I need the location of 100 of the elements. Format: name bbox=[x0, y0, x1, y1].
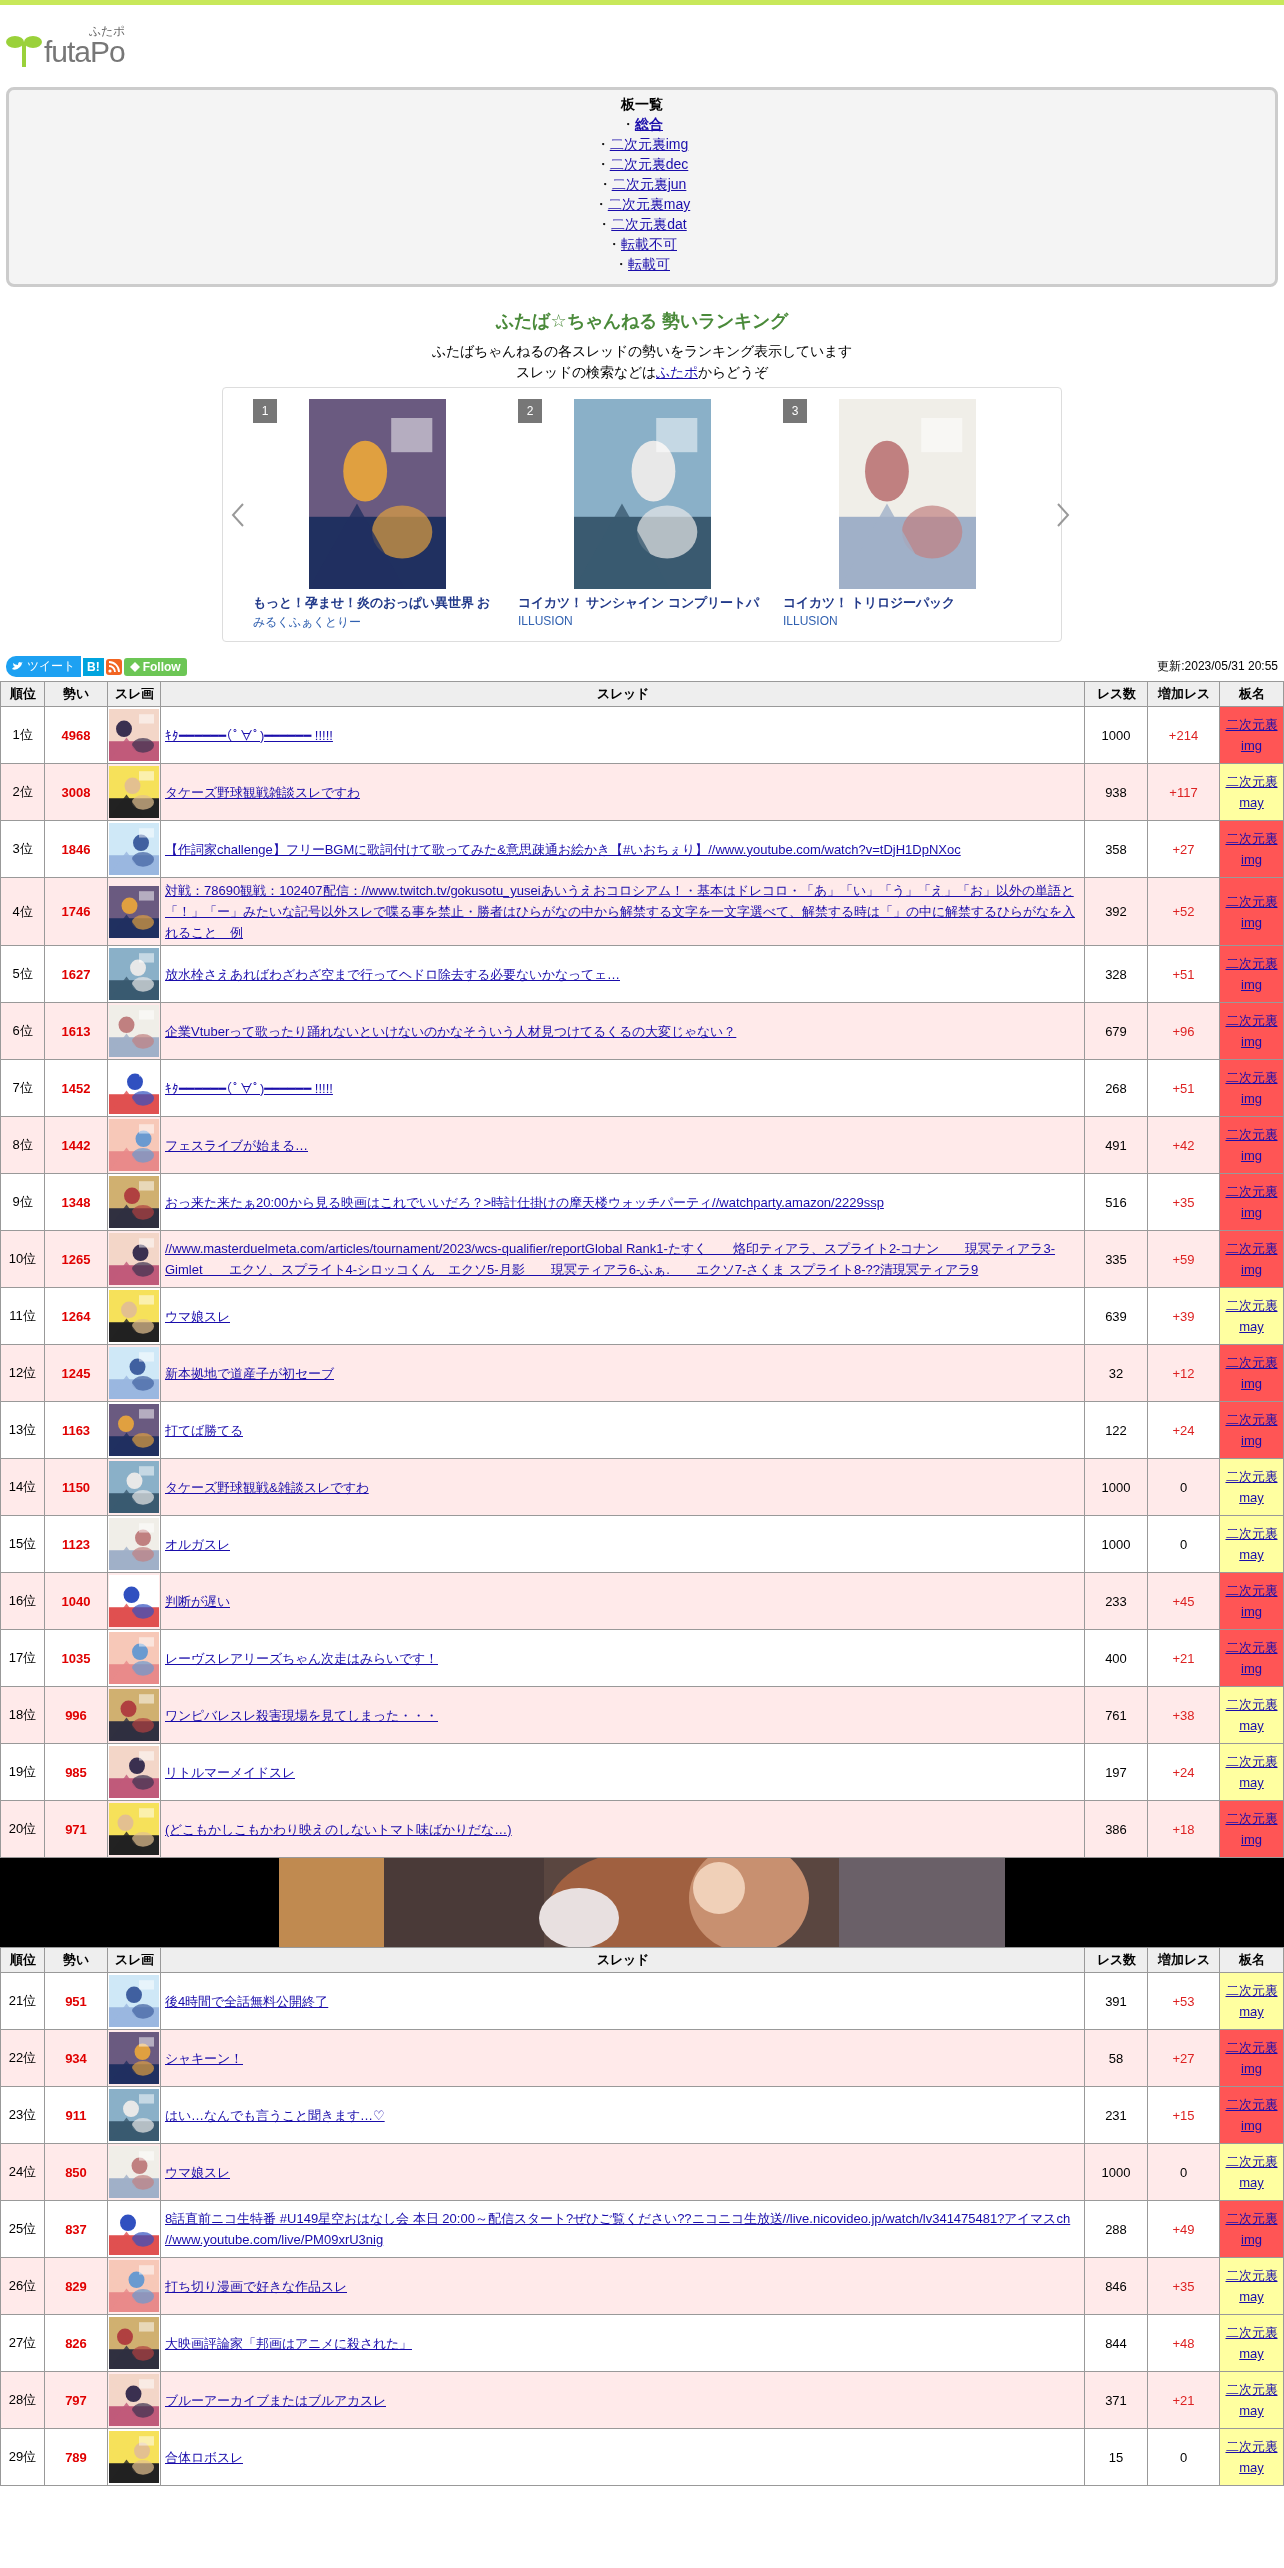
momentum-value: 797 bbox=[65, 2392, 87, 2408]
board-link[interactable]: 二次元裏img bbox=[1221, 890, 1282, 933]
momentum-value: 1442 bbox=[61, 1137, 91, 1153]
product-title[interactable]: もっと！孕ませ！炎のおっぱい異世界 お bbox=[253, 594, 491, 612]
reply-count: 58 bbox=[1084, 2029, 1148, 2087]
board-link[interactable]: 二次元裏img bbox=[1221, 2094, 1282, 2136]
product-title[interactable]: コイカツ！ トリロジーパック bbox=[783, 594, 956, 612]
board-list-title: 板一覧 bbox=[621, 95, 663, 114]
board-link[interactable]: 二次元裏img bbox=[1221, 714, 1282, 756]
reply-count: 386 bbox=[1084, 1800, 1148, 1858]
column-header: 板名 bbox=[1219, 681, 1284, 707]
reply-gain: +38 bbox=[1172, 1707, 1195, 1723]
board-list-link[interactable]: 転載不可 bbox=[621, 234, 677, 254]
board-link[interactable]: 二次元裏may bbox=[1221, 2322, 1282, 2364]
board-list-link[interactable]: 転載可 bbox=[628, 254, 670, 274]
chevron-right-icon[interactable] bbox=[1056, 501, 1070, 528]
rss-icon[interactable] bbox=[105, 658, 122, 675]
sprout-icon bbox=[6, 33, 42, 67]
rank-cell: 1位 bbox=[0, 706, 45, 764]
reply-gain: +24 bbox=[1172, 1764, 1195, 1780]
reply-count: 761 bbox=[1084, 1686, 1148, 1744]
reply-gain: +15 bbox=[1172, 2107, 1195, 2123]
board-list-link[interactable]: 二次元裏jun bbox=[611, 174, 687, 194]
reply-count: 639 bbox=[1084, 1287, 1148, 1345]
column-header: スレ画 bbox=[107, 681, 161, 707]
momentum-value: 1123 bbox=[61, 1536, 91, 1552]
board-link[interactable]: 二次元裏img bbox=[1221, 1124, 1282, 1166]
rank-cell: 11位 bbox=[0, 1287, 45, 1345]
product-title[interactable]: コイカツ！ サンシャイン コンプリートパ bbox=[518, 594, 759, 612]
page-heading: ふたば☆ちゃんねる 勢いランキング bbox=[496, 310, 788, 333]
reply-gain: 0 bbox=[1179, 2449, 1188, 2465]
board-link[interactable]: 二次元裏img bbox=[1221, 1181, 1282, 1223]
reply-gain: +48 bbox=[1172, 2335, 1195, 2351]
rank-cell: 25位 bbox=[0, 2200, 45, 2258]
board-link[interactable]: 二次元裏may bbox=[1221, 2151, 1282, 2193]
board-link[interactable]: 二次元裏may bbox=[1221, 1751, 1282, 1793]
board-link[interactable]: 二次元裏may bbox=[1221, 1694, 1282, 1736]
bird-icon bbox=[12, 662, 23, 671]
momentum-value: 1150 bbox=[61, 1479, 91, 1495]
board-link[interactable]: 二次元裏may bbox=[1221, 1295, 1282, 1337]
search-note-text: スレッドの検索などはふたポからどうぞ bbox=[516, 363, 768, 382]
product-maker: ILLUSION bbox=[518, 613, 573, 628]
board-link[interactable]: 二次元裏img bbox=[1221, 1409, 1282, 1451]
rank-cell: 6位 bbox=[0, 1002, 45, 1060]
rank-cell: 3位 bbox=[0, 820, 45, 878]
board-link[interactable]: 二次元裏img bbox=[1221, 1238, 1282, 1280]
board-list-link[interactable]: 総合 bbox=[635, 114, 663, 134]
board-link[interactable]: 二次元裏img bbox=[1221, 2208, 1282, 2250]
rank-cell: 7位 bbox=[0, 1059, 45, 1117]
rank-cell: 2位 bbox=[0, 763, 45, 821]
reply-count: 491 bbox=[1084, 1116, 1148, 1174]
momentum-value: 1163 bbox=[61, 1422, 91, 1438]
feed-icon bbox=[129, 661, 140, 672]
board-link[interactable]: 二次元裏may bbox=[1221, 1523, 1282, 1565]
reply-gain: +214 bbox=[1168, 727, 1199, 743]
board-link[interactable]: 二次元裏img bbox=[1221, 1352, 1282, 1394]
rank-badge: 1 bbox=[253, 398, 277, 423]
reply-gain: 0 bbox=[1179, 1536, 1188, 1552]
board-link[interactable]: 二次元裏img bbox=[1221, 1808, 1282, 1850]
reply-count: 15 bbox=[1084, 2428, 1148, 2486]
board-link[interactable]: 二次元裏img bbox=[1221, 828, 1282, 870]
board-list-link[interactable]: 二次元裏dat bbox=[611, 214, 687, 234]
rank-cell: 17位 bbox=[0, 1629, 45, 1687]
board-link[interactable]: 二次元裏img bbox=[1221, 1010, 1282, 1052]
reply-gain: +18 bbox=[1172, 1821, 1195, 1837]
chevron-left-icon[interactable] bbox=[231, 501, 245, 528]
board-list-link[interactable]: 二次元裏may bbox=[607, 194, 691, 214]
board-link[interactable]: 二次元裏img bbox=[1221, 953, 1282, 995]
board-link[interactable]: 二次元裏may bbox=[1221, 2436, 1282, 2478]
bullet: ・ bbox=[595, 155, 610, 174]
futapo-link[interactable]: ふたポ bbox=[656, 364, 698, 380]
board-link[interactable]: 二次元裏img bbox=[1221, 2037, 1282, 2079]
bullet: ・ bbox=[614, 255, 628, 274]
rank-cell: 19位 bbox=[0, 1743, 45, 1801]
rank-cell: 20位 bbox=[0, 1800, 45, 1858]
reply-gain: 0 bbox=[1179, 1479, 1188, 1495]
momentum-value: 996 bbox=[65, 1707, 87, 1723]
column-header: 順位 bbox=[0, 681, 45, 707]
momentum-value: 971 bbox=[65, 1821, 87, 1837]
board-link[interactable]: 二次元裏may bbox=[1221, 2265, 1282, 2307]
board-link[interactable]: 二次元裏img bbox=[1221, 1580, 1282, 1622]
board-list-link[interactable]: 二次元裏dec bbox=[609, 154, 689, 174]
board-link[interactable]: 二次元裏img bbox=[1221, 1637, 1282, 1679]
reply-gain: +96 bbox=[1172, 1023, 1195, 1039]
board-link[interactable]: 二次元裏may bbox=[1221, 1466, 1282, 1508]
rank-cell: 18位 bbox=[0, 1686, 45, 1744]
board-list-link[interactable]: 二次元裏img bbox=[609, 134, 689, 154]
reply-count: 1000 bbox=[1084, 1515, 1148, 1573]
product-maker: ILLUSION bbox=[783, 613, 838, 628]
board-link[interactable]: 二次元裏img bbox=[1221, 1067, 1282, 1109]
reply-gain: +27 bbox=[1172, 841, 1195, 857]
rank-cell: 15位 bbox=[0, 1515, 45, 1573]
reply-count: 288 bbox=[1084, 2200, 1148, 2258]
logo-ruby: ふたポ bbox=[88, 25, 125, 37]
board-link[interactable]: 二次元裏may bbox=[1221, 771, 1282, 813]
reply-count: 358 bbox=[1084, 820, 1148, 878]
description-text: ふたばちゃんねるの各スレッドの勢いをランキング表示しています bbox=[432, 342, 852, 361]
column-header: スレッド bbox=[160, 681, 1085, 707]
board-link[interactable]: 二次元裏may bbox=[1221, 1980, 1282, 2022]
board-link[interactable]: 二次元裏may bbox=[1221, 2379, 1282, 2421]
